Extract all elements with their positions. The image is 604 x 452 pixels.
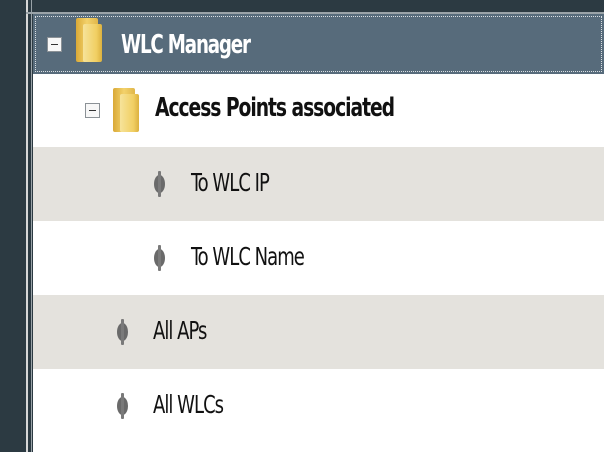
tree-item-label: To WLC IP [191, 168, 270, 197]
tree-item-all-aps[interactable]: All APs [33, 295, 604, 369]
tree-item-label: To WLC Name [191, 242, 305, 271]
folder-icon [76, 18, 102, 62]
bullet-icon [117, 319, 128, 345]
tree-node-label: WLC Manager [121, 30, 251, 60]
collapse-icon[interactable] [47, 37, 62, 52]
tree-item-label: All APs [153, 316, 207, 345]
collapse-icon[interactable] [85, 103, 100, 118]
panel-border-inner [31, 0, 32, 452]
panel-border [26, 0, 28, 452]
bullet-icon [154, 245, 165, 271]
tree-item-all-wlcs[interactable]: All WLCs [33, 369, 604, 452]
bullet-icon [117, 393, 128, 419]
folder-icon [113, 88, 139, 132]
bullet-icon [154, 171, 165, 197]
tree-item-label: All WLCs [153, 390, 224, 419]
tree-item-to-wlc-ip[interactable]: To WLC IP [33, 147, 604, 221]
tree-node-wlc-manager[interactable]: WLC Manager [33, 14, 604, 74]
tree-item-to-wlc-name[interactable]: To WLC Name [33, 221, 604, 295]
tree-node-access-points-associated[interactable]: Access Points associated [33, 74, 604, 147]
tree-node-label: Access Points associated [155, 93, 395, 123]
tree-view: WLC Manager Access Points associated To … [33, 14, 604, 452]
